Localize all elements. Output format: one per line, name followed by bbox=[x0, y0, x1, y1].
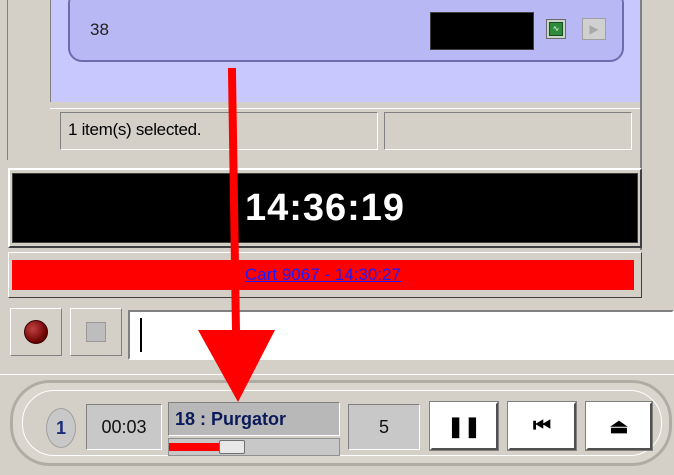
progress-thumb[interactable] bbox=[219, 440, 245, 454]
record-icon bbox=[24, 320, 48, 344]
status-selection-text: 1 item(s) selected. bbox=[68, 120, 202, 139]
track-title: 18 : Purgator bbox=[168, 402, 340, 436]
clock-display: 14:36:19 bbox=[12, 173, 638, 243]
player-number: 1 bbox=[46, 408, 76, 448]
window-left-edge bbox=[0, 0, 8, 160]
progress-fill bbox=[169, 443, 225, 451]
pause-button[interactable]: ❚❚ bbox=[429, 401, 499, 451]
text-caret bbox=[140, 318, 142, 352]
play-icon[interactable]: ▶ bbox=[582, 18, 606, 40]
item-level-display bbox=[430, 12, 534, 50]
cart-bar[interactable]: Cart 9067 - 14:30:27 bbox=[12, 260, 634, 290]
cart-link[interactable]: Cart 9067 - 14:30:27 bbox=[245, 265, 401, 285]
eject-button[interactable]: ⏏ bbox=[585, 401, 653, 451]
stop-button[interactable] bbox=[70, 308, 122, 356]
run-icon[interactable]: ∿ bbox=[546, 19, 566, 39]
stop-icon bbox=[86, 322, 106, 342]
item-number: 38 bbox=[90, 20, 109, 39]
previous-button[interactable]: ⏮ bbox=[507, 401, 577, 451]
eject-icon: ⏏ bbox=[609, 415, 629, 438]
skip-back-icon: ⏮ bbox=[533, 414, 551, 437]
status-pane-empty bbox=[384, 112, 632, 150]
elapsed-time: 00:03 bbox=[86, 404, 162, 450]
pause-icon: ❚❚ bbox=[447, 415, 481, 438]
window-right-edge bbox=[640, 0, 674, 250]
clock-time: 14:36:19 bbox=[244, 186, 406, 229]
list-item[interactable] bbox=[68, 0, 624, 62]
count-display: 5 bbox=[348, 404, 420, 450]
command-input[interactable] bbox=[128, 310, 674, 360]
record-button[interactable] bbox=[10, 308, 62, 356]
